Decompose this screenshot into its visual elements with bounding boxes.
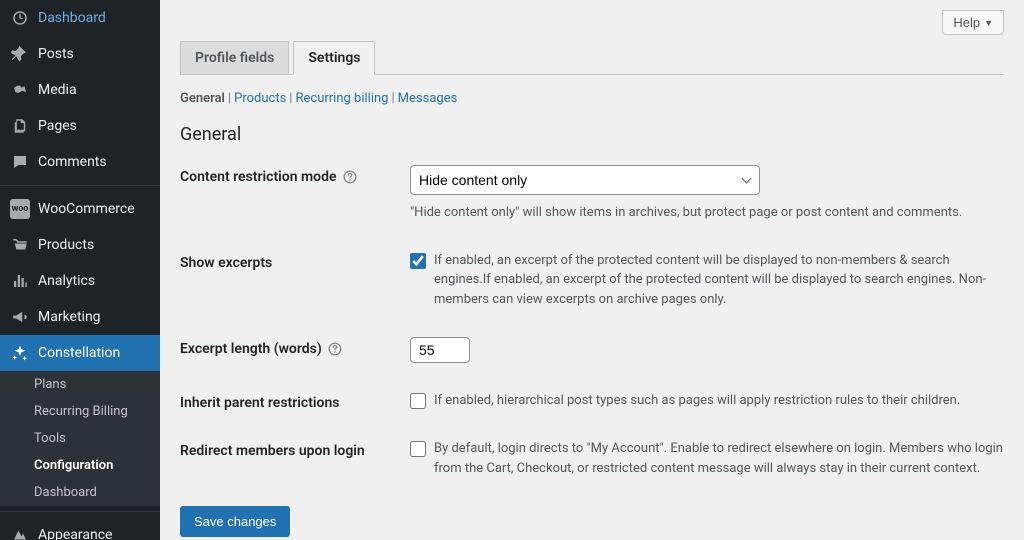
tab-profile-fields[interactable]: Profile fields bbox=[180, 41, 289, 74]
sidebar-item-woocommerce[interactable]: woo WooCommerce bbox=[0, 191, 160, 227]
subnav-products[interactable]: Products bbox=[234, 91, 286, 106]
submenu-plans[interactable]: Plans bbox=[0, 371, 160, 398]
menu-separator bbox=[0, 511, 160, 512]
sidebar-item-analytics[interactable]: Analytics bbox=[0, 263, 160, 299]
submenu-dashboard[interactable]: Dashboard bbox=[0, 479, 160, 506]
sidebar-item-label: Dashboard bbox=[38, 10, 106, 26]
admin-sidebar: Dashboard Posts Media Pages Comments bbox=[0, 0, 160, 540]
sidebar-item-marketing[interactable]: Marketing bbox=[0, 299, 160, 335]
sidebar-submenu: Plans Recurring Billing Tools Configurat… bbox=[0, 371, 160, 506]
subnav-messages[interactable]: Messages bbox=[398, 91, 458, 106]
pages-icon bbox=[10, 116, 30, 136]
redirect-login-checkbox[interactable] bbox=[410, 441, 426, 457]
sidebar-item-label: Posts bbox=[38, 46, 74, 62]
tab-settings[interactable]: Settings bbox=[293, 41, 375, 75]
help-label: Help bbox=[953, 15, 980, 30]
settings-subnav: General|Products|Recurring billing|Messa… bbox=[180, 91, 1004, 106]
products-icon bbox=[10, 235, 30, 255]
label-show-excerpts: Show excerpts bbox=[180, 251, 380, 271]
sidebar-item-pages[interactable]: Pages bbox=[0, 108, 160, 144]
redirect-desc: By default, login directs to "My Account… bbox=[434, 439, 1004, 478]
tab-bar: Profile fields Settings bbox=[180, 41, 1004, 75]
help-tooltip-icon[interactable] bbox=[343, 170, 357, 184]
label-inherit-restrictions: Inherit parent restrictions bbox=[180, 391, 380, 411]
menu-separator bbox=[0, 185, 160, 186]
inherit-restrictions-checkbox[interactable] bbox=[410, 393, 426, 409]
appearance-icon bbox=[10, 525, 30, 540]
submenu-configuration[interactable]: Configuration bbox=[0, 452, 160, 479]
constellation-icon bbox=[10, 343, 30, 363]
submenu-tools[interactable]: Tools bbox=[0, 425, 160, 452]
help-button[interactable]: Help ▼ bbox=[942, 10, 1004, 35]
content-restriction-select[interactable]: Hide content only bbox=[410, 165, 760, 195]
subnav-recurring-billing[interactable]: Recurring billing bbox=[295, 91, 388, 106]
sidebar-item-constellation[interactable]: Constellation bbox=[0, 335, 160, 371]
comments-icon bbox=[10, 152, 30, 172]
sidebar-item-label: WooCommerce bbox=[38, 201, 135, 217]
sidebar-item-label: Comments bbox=[38, 154, 107, 170]
sidebar-item-posts[interactable]: Posts bbox=[0, 36, 160, 72]
submenu-recurring-billing[interactable]: Recurring Billing bbox=[0, 398, 160, 425]
analytics-icon bbox=[10, 271, 30, 291]
inherit-desc: If enabled, hierarchical post types such… bbox=[434, 391, 960, 411]
woocommerce-icon: woo bbox=[10, 199, 30, 219]
show-excerpts-checkbox[interactable] bbox=[410, 253, 426, 269]
sidebar-item-label: Marketing bbox=[38, 309, 101, 325]
sidebar-item-label: Pages bbox=[38, 118, 77, 134]
subnav-general[interactable]: General bbox=[180, 91, 225, 106]
sidebar-item-dashboard[interactable]: Dashboard bbox=[0, 0, 160, 36]
label-excerpt-length: Excerpt length (words) bbox=[180, 337, 380, 357]
sidebar-item-media[interactable]: Media bbox=[0, 72, 160, 108]
marketing-icon bbox=[10, 307, 30, 327]
section-title: General bbox=[180, 124, 1004, 145]
help-tooltip-icon[interactable] bbox=[328, 342, 342, 356]
sidebar-item-products[interactable]: Products bbox=[0, 227, 160, 263]
dashboard-icon bbox=[10, 8, 30, 28]
sidebar-item-label: Appearance bbox=[38, 527, 112, 540]
media-icon bbox=[10, 80, 30, 100]
sidebar-item-label: Analytics bbox=[38, 273, 95, 289]
pin-icon bbox=[10, 44, 30, 64]
chevron-down-icon: ▼ bbox=[984, 18, 993, 28]
sidebar-item-label: Media bbox=[38, 82, 77, 98]
show-excerpts-desc: If enabled, an excerpt of the protected … bbox=[434, 251, 1004, 310]
sidebar-item-comments[interactable]: Comments bbox=[0, 144, 160, 180]
restriction-desc: "Hide content only" will show items in a… bbox=[410, 203, 1004, 223]
save-button[interactable]: Save changes bbox=[180, 506, 290, 537]
sidebar-item-appearance[interactable]: Appearance bbox=[0, 517, 160, 540]
label-redirect-login: Redirect members upon login bbox=[180, 439, 380, 459]
excerpt-length-input[interactable] bbox=[410, 337, 470, 363]
sidebar-item-label: Constellation bbox=[38, 345, 120, 361]
content-area: Help ▼ Profile fields Settings General|P… bbox=[160, 0, 1024, 540]
label-content-restriction: Content restriction mode bbox=[180, 165, 380, 185]
sidebar-item-label: Products bbox=[38, 237, 94, 253]
